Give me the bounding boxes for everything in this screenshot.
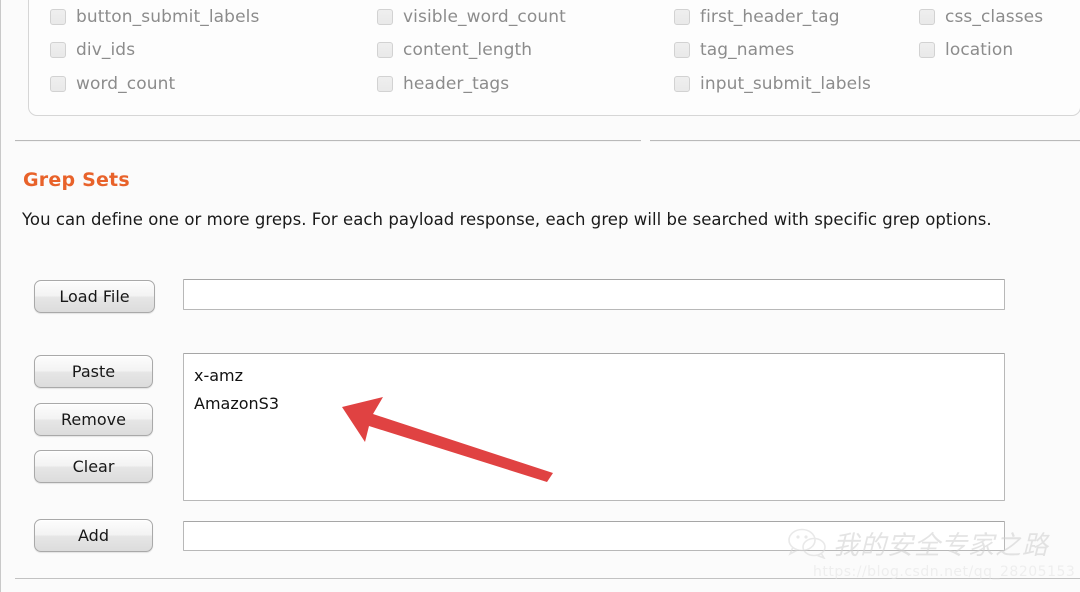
grep-sets-description: You can define one or more greps. For ea… — [22, 210, 992, 229]
checkbox-label: content_length — [403, 40, 533, 61]
checkbox-column-1: button_submit_labels div_ids word_count — [50, 0, 259, 101]
checkbox-label: first_header_tag — [700, 6, 840, 27]
checkbox-label: location — [945, 40, 1014, 61]
checkbox-item[interactable]: visible_word_count — [377, 0, 566, 34]
checkbox-label: button_submit_labels — [76, 6, 260, 27]
checkbox-item[interactable]: word_count — [50, 67, 259, 101]
grep-list-textarea[interactable]: x-amz AmazonS3 — [183, 353, 1005, 501]
application-window: button_submit_labels div_ids word_count … — [0, 0, 1080, 592]
checkbox-icon[interactable] — [50, 42, 66, 59]
checkbox-icon[interactable] — [674, 8, 690, 25]
checkbox-item[interactable]: input_submit_labels — [674, 67, 871, 101]
checkbox-label: tag_names — [700, 40, 795, 61]
checkbox-icon[interactable] — [919, 42, 935, 59]
load-file-path-input[interactable] — [183, 279, 1005, 310]
grep-options-checkbox-grid: button_submit_labels div_ids word_count … — [28, 0, 1078, 100]
paste-button[interactable]: Paste — [34, 355, 153, 388]
checkbox-item[interactable]: location — [919, 34, 1043, 68]
grep-sets-title: Grep Sets — [23, 169, 130, 191]
add-grep-input[interactable] — [183, 521, 1005, 551]
checkbox-label: input_submit_labels — [700, 73, 871, 94]
section-divider-right — [650, 140, 1080, 142]
checkbox-column-2: visible_word_count content_length header… — [377, 0, 566, 101]
checkbox-column-4: css_classes location — [919, 0, 1043, 67]
section-divider-left — [15, 140, 641, 142]
clear-button[interactable]: Clear — [34, 450, 153, 483]
checkbox-item[interactable]: css_classes — [919, 0, 1043, 34]
checkbox-label: header_tags — [403, 73, 510, 94]
checkbox-icon[interactable] — [377, 42, 393, 59]
checkbox-item[interactable]: header_tags — [377, 67, 566, 101]
checkbox-icon[interactable] — [674, 42, 690, 59]
checkbox-label: visible_word_count — [403, 6, 566, 27]
bottom-divider — [15, 578, 1080, 579]
remove-button[interactable]: Remove — [34, 403, 153, 436]
load-file-button[interactable]: Load File — [34, 280, 155, 313]
checkbox-label: div_ids — [76, 40, 136, 61]
checkbox-icon[interactable] — [674, 75, 690, 92]
checkbox-icon[interactable] — [50, 75, 66, 92]
checkbox-item[interactable]: button_submit_labels — [50, 0, 259, 34]
checkbox-item[interactable]: first_header_tag — [674, 0, 871, 34]
add-button[interactable]: Add — [34, 519, 153, 552]
checkbox-item[interactable]: tag_names — [674, 34, 871, 68]
checkbox-icon[interactable] — [377, 75, 393, 92]
checkbox-icon[interactable] — [377, 8, 393, 25]
checkbox-icon[interactable] — [919, 8, 935, 25]
checkbox-label: word_count — [76, 73, 176, 94]
checkbox-item[interactable]: div_ids — [50, 34, 259, 68]
checkbox-column-3: first_header_tag tag_names input_submit_… — [674, 0, 871, 101]
checkbox-icon[interactable] — [50, 8, 66, 25]
checkbox-label: css_classes — [945, 6, 1044, 27]
checkbox-item[interactable]: content_length — [377, 34, 566, 68]
